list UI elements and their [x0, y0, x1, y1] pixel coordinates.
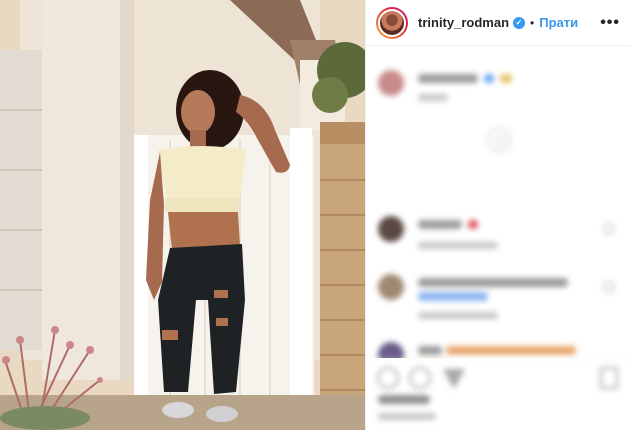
likes-count[interactable]: [378, 395, 430, 404]
blurred-text: [500, 74, 512, 83]
blurred-text: [418, 278, 568, 287]
caption-row: [378, 70, 618, 110]
blurred-text: [418, 242, 498, 249]
blurred-text: [446, 346, 576, 355]
avatar-image: [378, 8, 406, 37]
avatar: [378, 216, 404, 242]
post-header: trinity_rodman ✓ • Прати •••: [366, 0, 630, 46]
more-options-icon[interactable]: •••: [600, 14, 620, 32]
photo-scene: [0, 0, 365, 430]
comment-like-icon[interactable]: [601, 221, 617, 237]
profile-avatar[interactable]: [376, 6, 408, 39]
avatar: [378, 342, 404, 358]
blurred-text: [418, 94, 448, 101]
follow-button[interactable]: Прати: [539, 15, 578, 30]
blurred-text: [484, 74, 494, 83]
post-actions: [366, 358, 630, 430]
username-link[interactable]: trinity_rodman: [418, 15, 509, 30]
comments-section[interactable]: [366, 46, 630, 358]
comment-bubble-icon[interactable]: [409, 367, 431, 389]
blurred-text: [418, 220, 462, 229]
avatar: [378, 274, 404, 300]
header-separator: •: [530, 15, 535, 30]
blurred-text: [418, 346, 442, 355]
paper-plane-icon[interactable]: [443, 369, 465, 389]
comment-like-icon[interactable]: [601, 279, 617, 295]
comment-row: [378, 216, 618, 256]
bookmark-icon[interactable]: [600, 367, 618, 389]
blurred-text: [468, 220, 478, 229]
post-sidebar: trinity_rodman ✓ • Прати •••: [365, 0, 630, 430]
post-date: [378, 413, 436, 420]
plus-circle-icon[interactable]: [487, 128, 511, 152]
blurred-text: [418, 74, 478, 83]
blurred-text: [418, 292, 488, 301]
comment-row: [378, 274, 618, 324]
avatar: [378, 70, 404, 96]
verified-badge-icon: ✓: [513, 16, 526, 29]
blurred-text: [418, 312, 498, 319]
comment-row: [378, 342, 618, 358]
post-photo: [0, 0, 365, 430]
heart-outline-icon[interactable]: [377, 367, 399, 389]
